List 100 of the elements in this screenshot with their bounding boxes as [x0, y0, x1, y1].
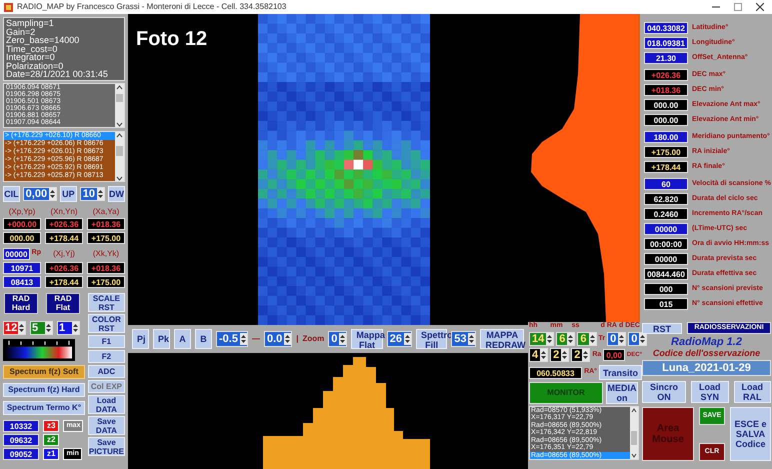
value-display: 060.50833	[529, 366, 582, 378]
spin-arrows-icon[interactable]	[561, 349, 568, 361]
spin-arrows-icon[interactable]	[49, 188, 56, 200]
spin-arrows-icon[interactable]	[639, 333, 646, 345]
spin-field[interactable]: 4	[529, 348, 548, 362]
spin-arrows-icon[interactable]	[72, 322, 79, 334]
side-button[interactable]: ADC	[88, 364, 125, 378]
spin-field[interactable]: 0	[328, 331, 348, 347]
toolbar-button[interactable]: A	[174, 329, 191, 349]
spectrum-mode-button[interactable]: Spectrum f(z) Soft	[3, 364, 85, 378]
rst-button[interactable]: RST	[642, 322, 682, 334]
spin-arrows-icon[interactable]	[546, 333, 554, 345]
info-line: Integrator=0	[6, 53, 55, 62]
value-display: +000.00	[3, 218, 41, 230]
spin-arrows-icon[interactable]	[45, 322, 52, 334]
spin-field[interactable]: 6	[577, 332, 596, 346]
spin-field[interactable]: 1	[57, 320, 80, 334]
level-tag: z2	[43, 434, 60, 446]
code-field[interactable]: Luna_2021-01-29	[642, 360, 771, 376]
side-button[interactable]: F2	[88, 350, 125, 362]
spin-arrows-icon[interactable]	[588, 333, 596, 345]
spin-arrows-icon[interactable]	[567, 333, 574, 345]
side-button[interactable]: Save DATA	[88, 416, 125, 434]
app-icon	[4, 2, 13, 12]
info-line: Polarization=0	[6, 62, 64, 70]
spin-arrows-icon[interactable]	[582, 349, 590, 361]
value-display: +026.36	[644, 69, 688, 81]
spin-arrows-icon[interactable]	[339, 333, 346, 345]
exit-save-button[interactable]: ESCE e SALVA Codice	[730, 407, 771, 461]
info-line: Gain=2	[6, 28, 36, 36]
transit-button[interactable]: Transito	[598, 365, 642, 380]
info-line: Date=28/1/2021 00:31:45	[6, 70, 109, 78]
spin-field[interactable]: 10	[80, 186, 105, 200]
value-display: +018.36	[644, 84, 688, 96]
load-button[interactable]: Load SYN	[691, 381, 728, 403]
rad-button[interactable]: RAD Hard	[4, 292, 38, 314]
spin-arrows-icon[interactable]	[240, 333, 247, 345]
spectrum-mode-button[interactable]: Spectrum Termo K°	[3, 400, 85, 414]
toolbar-button[interactable]: B	[195, 329, 212, 349]
coord-label: (Xj,Yj)	[52, 249, 76, 258]
value-display: 21.30	[644, 52, 688, 64]
spin-arrows-icon[interactable]	[96, 188, 104, 200]
toolbar-button[interactable]: MAPPA REDRAW	[480, 329, 524, 349]
level-tag: z1	[43, 448, 60, 460]
coord-label: (Xn,Yn)	[49, 206, 79, 216]
spin-field[interactable]: 5	[30, 320, 53, 334]
spin-arrows-icon[interactable]	[540, 349, 548, 361]
spin-arrows-icon[interactable]	[284, 333, 292, 345]
value-display: 0,00	[603, 349, 625, 361]
app-name: RadioMap 1.2	[670, 336, 743, 348]
load-button[interactable]: Sincro ON	[642, 381, 686, 403]
cil-button[interactable]: CIL	[3, 186, 20, 202]
side-button[interactable]: SCALE RST	[88, 292, 125, 312]
side-button[interactable]: COLOR RST	[88, 314, 125, 332]
value-display: +175.00	[87, 232, 125, 244]
value-display: 000.00	[644, 114, 688, 126]
toolbar-button[interactable]: Pj	[132, 329, 149, 349]
down-button[interactable]: DW	[108, 186, 125, 202]
rad-button[interactable]: RAD Flat	[46, 292, 80, 314]
value-display: +178.44	[45, 276, 83, 288]
close-icon[interactable]	[756, 3, 764, 11]
spin-arrows-icon[interactable]	[618, 333, 626, 345]
spin-field[interactable]: 0,00	[22, 186, 58, 200]
spin-field[interactable]: 0	[607, 332, 626, 346]
scrollbar-icon[interactable]	[115, 132, 124, 180]
side-button[interactable]: Save PICTURE	[88, 436, 125, 456]
scrollbar-icon[interactable]	[630, 407, 638, 459]
value-display: +026.36	[45, 262, 83, 274]
side-button[interactable]: Load DATA	[88, 394, 125, 414]
spin-field[interactable]: 2	[571, 348, 590, 362]
value-display: 62.820	[644, 193, 688, 205]
spin-arrows-icon[interactable]	[18, 322, 25, 334]
side-button[interactable]: F1	[88, 334, 125, 348]
value-display: 015	[644, 298, 688, 310]
value-display: +026.36	[45, 218, 83, 230]
spin-field[interactable]: 12	[3, 320, 26, 334]
spin-field[interactable]: 26	[386, 331, 412, 347]
spin-field[interactable]: -0.5	[216, 331, 248, 347]
spin-field[interactable]: 0.0	[264, 331, 292, 347]
toolbar-button[interactable]: Mappa Flat	[351, 329, 383, 349]
up-button[interactable]: UP	[60, 186, 77, 202]
scrollbar-icon[interactable]	[115, 84, 124, 126]
toolbar-button[interactable]: Pk	[153, 329, 170, 349]
value-display: 0.2460	[644, 208, 688, 220]
value-display: 180.00	[644, 131, 688, 143]
load-button[interactable]: Load RAL	[734, 381, 771, 403]
media-button[interactable]: MEDIA on	[606, 382, 638, 404]
spin-field[interactable]: 6	[556, 332, 576, 346]
spin-field[interactable]: 53	[451, 331, 476, 347]
maximize-icon[interactable]	[734, 3, 742, 11]
info-line: Sampling=1	[6, 19, 55, 28]
spin-field[interactable]: 14	[529, 332, 554, 346]
spin-field[interactable]: 2	[550, 348, 570, 362]
value-display: 018.09381	[644, 37, 688, 49]
spin-arrows-icon[interactable]	[468, 333, 476, 345]
toolbar-label: —	[252, 333, 260, 345]
spin-field[interactable]: 0	[628, 332, 648, 346]
spectrum-mode-button[interactable]: Spectrum f(z) Hard	[3, 382, 85, 396]
toolbar-label: |	[296, 333, 299, 345]
spin-arrows-icon[interactable]	[404, 333, 411, 345]
